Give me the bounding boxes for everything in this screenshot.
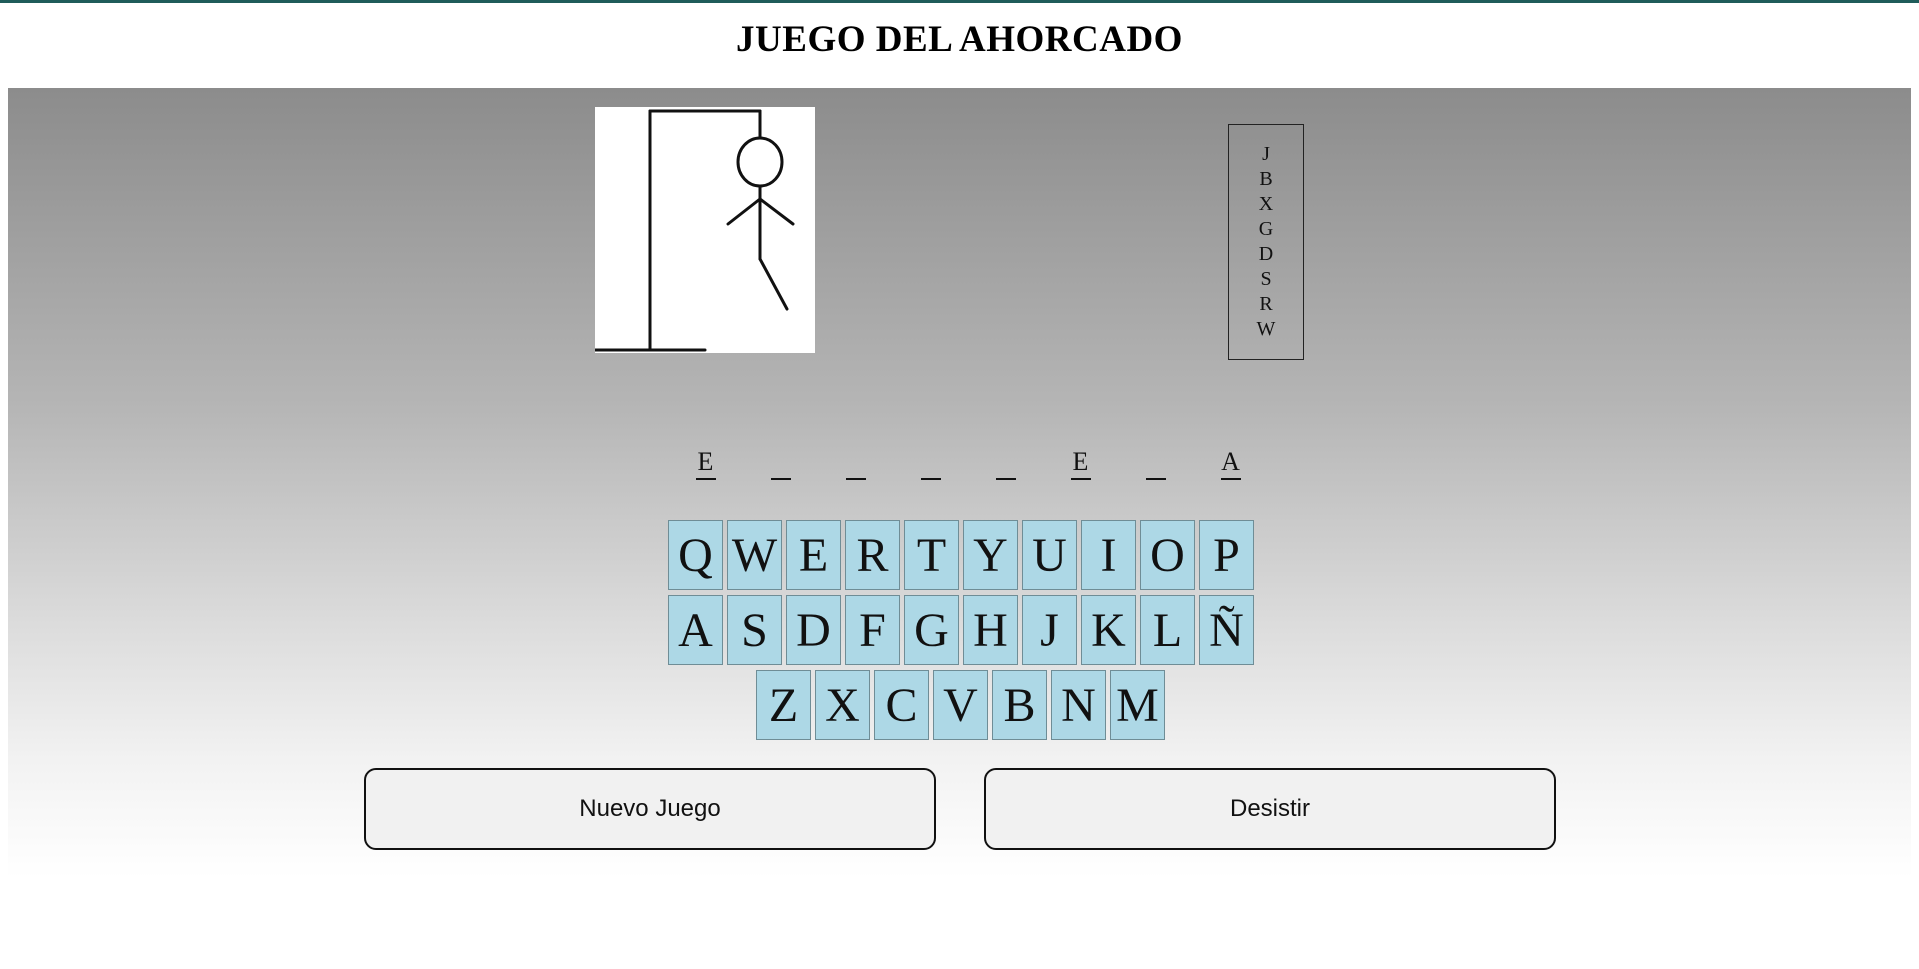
hangman-right-arm bbox=[758, 197, 795, 226]
key-a[interactable]: A bbox=[668, 595, 723, 665]
word-slot: E bbox=[668, 440, 743, 480]
key-t[interactable]: T bbox=[904, 520, 959, 590]
key-y[interactable]: Y bbox=[963, 520, 1018, 590]
used-letters-panel: JBXGDSRW bbox=[1228, 124, 1304, 360]
hangman-figure bbox=[593, 109, 795, 352]
key-q[interactable]: Q bbox=[668, 520, 723, 590]
key-v[interactable]: V bbox=[933, 670, 988, 740]
key-o[interactable]: O bbox=[1140, 520, 1195, 590]
key-i[interactable]: I bbox=[1081, 520, 1136, 590]
word-slot: A bbox=[1193, 440, 1268, 480]
word-slot bbox=[818, 440, 893, 480]
key-p[interactable]: P bbox=[1199, 520, 1254, 590]
key-l[interactable]: L bbox=[1140, 595, 1195, 665]
used-letter: J bbox=[1262, 143, 1270, 165]
key-c[interactable]: C bbox=[874, 670, 929, 740]
key-h[interactable]: H bbox=[963, 595, 1018, 665]
word-letter bbox=[1145, 448, 1166, 480]
word-letter: E bbox=[1070, 448, 1091, 480]
keyboard-row: ASDFGHJKLÑ bbox=[668, 595, 1254, 665]
word-slot bbox=[893, 440, 968, 480]
key-f[interactable]: F bbox=[845, 595, 900, 665]
keyboard-row: QWERTYUIOP bbox=[668, 520, 1254, 590]
word-letter: A bbox=[1220, 448, 1241, 480]
key-n[interactable]: N bbox=[1051, 670, 1106, 740]
used-letter: G bbox=[1258, 218, 1274, 240]
word-slot bbox=[1118, 440, 1193, 480]
used-letter: S bbox=[1260, 268, 1272, 290]
key-j[interactable]: J bbox=[1022, 595, 1077, 665]
word-slot bbox=[743, 440, 818, 480]
word-slot bbox=[968, 440, 1043, 480]
page-title: JUEGO DEL AHORCADO bbox=[736, 19, 1183, 60]
key-ñ[interactable]: Ñ bbox=[1199, 595, 1254, 665]
key-s[interactable]: S bbox=[727, 595, 782, 665]
key-r[interactable]: R bbox=[845, 520, 900, 590]
key-z[interactable]: Z bbox=[756, 670, 811, 740]
hangman-head bbox=[736, 136, 784, 188]
key-b[interactable]: B bbox=[992, 670, 1047, 740]
new-game-button[interactable]: Nuevo Juego bbox=[364, 768, 936, 850]
used-letter: X bbox=[1258, 193, 1274, 215]
used-letter: W bbox=[1256, 318, 1276, 340]
key-g[interactable]: G bbox=[904, 595, 959, 665]
keyboard-row: ZXCVBNM bbox=[756, 670, 1165, 740]
key-e[interactable]: E bbox=[786, 520, 841, 590]
word-display: EEA bbox=[668, 440, 1268, 480]
game-area bbox=[8, 88, 1911, 878]
key-k[interactable]: K bbox=[1081, 595, 1136, 665]
word-slot: E bbox=[1043, 440, 1118, 480]
key-x[interactable]: X bbox=[815, 670, 870, 740]
top-border bbox=[0, 0, 1919, 3]
hangman-right-leg bbox=[758, 257, 789, 311]
key-m[interactable]: M bbox=[1110, 670, 1165, 740]
key-w[interactable]: W bbox=[727, 520, 782, 590]
word-letter: E bbox=[695, 448, 716, 480]
used-letter: B bbox=[1259, 168, 1273, 190]
word-letter bbox=[770, 448, 791, 480]
give-up-button[interactable]: Desistir bbox=[984, 768, 1556, 850]
used-letter: D bbox=[1258, 243, 1274, 265]
used-letter: R bbox=[1259, 293, 1273, 315]
word-letter bbox=[845, 448, 866, 480]
word-letter bbox=[995, 448, 1016, 480]
key-u[interactable]: U bbox=[1022, 520, 1077, 590]
key-d[interactable]: D bbox=[786, 595, 841, 665]
hangman-drawing bbox=[593, 107, 815, 353]
word-letter bbox=[920, 448, 941, 480]
hangman-left-arm bbox=[726, 197, 762, 226]
